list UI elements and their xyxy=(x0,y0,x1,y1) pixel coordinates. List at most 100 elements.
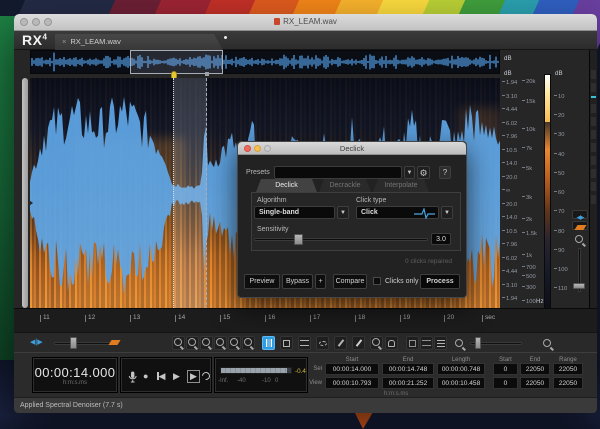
view-length-field[interactable]: 00:00:10.458 xyxy=(437,377,485,389)
module-button[interactable] xyxy=(591,156,596,165)
instant-process-icon xyxy=(409,340,416,347)
ruler-tick: 11 xyxy=(40,315,50,322)
add-preview-button[interactable]: + xyxy=(315,274,326,289)
sensitivity-slider[interactable] xyxy=(254,238,428,241)
preset-settings-button[interactable]: ⚙ xyxy=(417,166,430,179)
module-button[interactable] xyxy=(591,182,596,191)
amp-tick: 1.94 xyxy=(502,81,517,87)
chevron-down-icon: ▼ xyxy=(340,210,346,216)
brush-tool[interactable] xyxy=(334,336,347,350)
waveform-view-icon[interactable]: ◀|▶ xyxy=(30,338,43,346)
algorithm-dropdown-button[interactable]: ▼ xyxy=(337,206,349,219)
time-frequency-selection-tool[interactable] xyxy=(280,336,293,350)
zoom-selection-button[interactable] xyxy=(200,336,213,350)
layers-button[interactable] xyxy=(434,336,447,350)
freq-view-start-field[interactable]: 0 xyxy=(493,377,518,389)
sensitivity-slider-handle[interactable] xyxy=(294,234,303,245)
legend-tick: 60 xyxy=(554,191,564,197)
blend-slider-handle[interactable] xyxy=(70,337,77,349)
module-button[interactable] xyxy=(591,83,596,92)
amp-tick: 6.02 xyxy=(502,257,517,263)
module-button[interactable] xyxy=(591,143,596,152)
amp-tick: 20.0 xyxy=(502,176,517,182)
module-button[interactable] xyxy=(591,70,596,79)
magnifier-icon xyxy=(187,337,198,349)
tab-decrackle[interactable]: Decrackle xyxy=(319,179,371,192)
tab-interpolate[interactable]: Interpolate xyxy=(373,179,429,192)
spectrogram-view-icon[interactable] xyxy=(108,340,120,345)
click-type-select[interactable]: Click xyxy=(356,206,439,219)
window-title: RX_LEAM.wav xyxy=(14,17,597,26)
compare-view-button[interactable] xyxy=(420,336,433,350)
file-tab[interactable]: ×RX_LEAM.wav xyxy=(55,34,223,50)
tab-close-icon[interactable]: × xyxy=(62,37,66,46)
presets-label: Presets xyxy=(246,169,270,176)
freq-tick: 5k xyxy=(522,167,532,173)
zoom-fit-button[interactable] xyxy=(214,336,227,350)
freq-view-end-field[interactable]: 22050 xyxy=(520,377,550,389)
chevron-down-icon: ▼ xyxy=(407,170,413,176)
help-button[interactable]: ? xyxy=(439,166,451,179)
amp-tick: 10.5 xyxy=(502,149,517,155)
click-type-dropdown-button[interactable]: ▼ xyxy=(441,206,453,219)
sel-length-field[interactable]: 00:00:00.748 xyxy=(437,363,485,375)
time-selection-region[interactable] xyxy=(173,78,207,310)
freq-view-range-field[interactable]: 22050 xyxy=(553,377,583,389)
vertical-zoom-slider-handle[interactable] xyxy=(573,283,585,289)
clicks-only-checkbox[interactable] xyxy=(373,277,381,285)
zoom-out-button[interactable] xyxy=(242,336,255,350)
sensitivity-value-field[interactable]: 3.0 xyxy=(431,233,451,245)
freq-sel-start-field[interactable]: 0 xyxy=(493,363,518,375)
microphone-icon[interactable] xyxy=(128,371,137,383)
spectrogram-blend-button[interactable] xyxy=(572,221,588,230)
module-button[interactable] xyxy=(591,117,596,126)
frequency-selection-tool[interactable] xyxy=(298,336,311,350)
instant-process-button[interactable] xyxy=(406,336,419,350)
bypass-button[interactable]: Bypass xyxy=(282,274,313,289)
zoom-tool[interactable] xyxy=(370,336,383,350)
module-button[interactable] xyxy=(591,169,596,178)
tab-declick[interactable]: Declick xyxy=(256,179,317,192)
record-button[interactable]: ● xyxy=(143,372,148,381)
zoom-slider-handle[interactable] xyxy=(475,337,481,349)
grab-tool[interactable] xyxy=(385,336,398,350)
zoom-slider-in-icon[interactable] xyxy=(542,338,554,350)
zoom-in-button[interactable] xyxy=(228,336,241,350)
process-button[interactable]: Process xyxy=(420,274,460,289)
algorithm-select[interactable]: Single-band xyxy=(254,206,335,219)
waveform-blend-button[interactable]: ◀|▶ xyxy=(572,210,588,219)
sel-end-field[interactable]: 00:00:14.748 xyxy=(382,363,434,375)
freq-sel-range-field[interactable]: 22050 xyxy=(553,363,583,375)
go-to-start-button[interactable]: ◀ xyxy=(157,372,165,381)
compare-button[interactable]: Compare xyxy=(333,274,367,289)
time-ruler[interactable]: 11 12 13 14 15 16 17 18 19 20 sec xyxy=(14,308,597,332)
freq-sel-end-field[interactable]: 22050 xyxy=(520,363,550,375)
lasso-tool[interactable] xyxy=(316,336,329,350)
zoom-in-vertical-icon[interactable] xyxy=(574,234,586,246)
module-button[interactable] xyxy=(591,130,596,139)
overview-view-region[interactable] xyxy=(130,50,223,74)
preview-button[interactable]: Preview xyxy=(244,274,280,289)
module-button[interactable] xyxy=(591,104,596,113)
view-end-field[interactable]: 00:00:21.252 xyxy=(382,377,434,389)
sel-start-field[interactable]: 00:00:14.000 xyxy=(325,363,379,375)
time-selection-tool[interactable] xyxy=(262,336,275,350)
legend-tick: 40 xyxy=(554,153,564,159)
vertical-scrollbar[interactable] xyxy=(22,78,28,308)
magic-wand-tool[interactable] xyxy=(352,336,365,350)
view-start-field[interactable]: 00:00:10.793 xyxy=(325,377,379,389)
module-button[interactable] xyxy=(591,195,596,204)
freq-tick: 7k xyxy=(522,147,532,153)
ruler-tick: 18 xyxy=(355,315,365,322)
zoom-time-in-button[interactable] xyxy=(172,336,185,350)
preset-dropdown-button[interactable]: ▼ xyxy=(404,166,415,179)
loop-button[interactable] xyxy=(200,370,211,381)
play-selection-button[interactable]: ▶ xyxy=(187,370,200,383)
play-button[interactable]: ▶ xyxy=(173,372,180,381)
zoom-slider-out-icon[interactable] xyxy=(454,338,466,350)
zoom-time-out-button[interactable] xyxy=(186,336,199,350)
waveform-overview[interactable] xyxy=(30,50,500,74)
click-type-label: Click type xyxy=(356,197,386,204)
preset-select[interactable] xyxy=(274,166,402,179)
blend-slider[interactable] xyxy=(54,342,112,345)
